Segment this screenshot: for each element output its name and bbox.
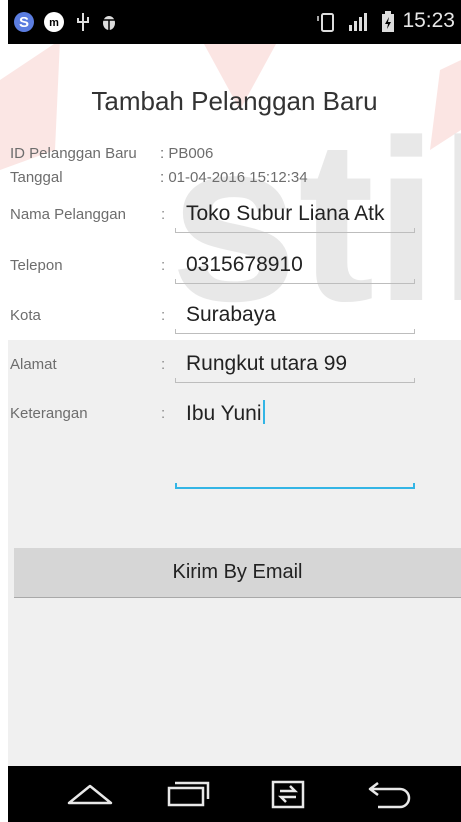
telepon-label: Telepon (10, 257, 63, 274)
kota-field[interactable]: Surabaya (175, 297, 415, 334)
usb-icon (74, 10, 92, 34)
kota-label: Kota (10, 307, 41, 324)
colon: : (161, 257, 166, 274)
id-label: ID Pelanggan Baru (10, 145, 137, 162)
svg-text:S: S (19, 14, 29, 31)
app-screen: stil S m 15:23 Tambah Pelanggan Baru ID … (0, 0, 461, 822)
field-underline (175, 329, 415, 334)
telepon-field[interactable]: 0315678910 (175, 247, 415, 284)
colon: : (161, 405, 166, 422)
alamat-value: Rungkut utara 99 (186, 352, 348, 375)
switch-icon[interactable] (258, 776, 318, 812)
kota-value: Surabaya (186, 303, 276, 326)
nama-pelanggan-label: Nama Pelanggan (10, 206, 126, 223)
date-value: : 01-04-2016 15:12:34 (160, 169, 308, 186)
field-underline (175, 228, 415, 233)
page-title: Tambah Pelanggan Baru (91, 86, 378, 116)
telepon-value: 0315678910 (186, 253, 303, 276)
navigation-bar (8, 766, 461, 822)
date-label: Tanggal (10, 169, 63, 186)
messenger-icon: m (42, 10, 66, 34)
nama-pelanggan-value: Toko Subur Liana Atk (186, 202, 385, 225)
phone-vibrate-icon (315, 10, 339, 34)
recent-apps-icon[interactable] (158, 776, 218, 812)
signal-icon (345, 10, 373, 34)
back-icon[interactable] (360, 776, 420, 812)
home-icon[interactable] (60, 776, 120, 812)
battery-charging-icon (380, 10, 396, 34)
status-bar: S m 15:23 (8, 0, 461, 44)
keterangan-field[interactable]: Ibu Yuni (175, 395, 415, 489)
nama-pelanggan-field[interactable]: Toko Subur Liana Atk (175, 196, 415, 233)
field-underline (175, 378, 415, 383)
clock-time: 15:23 (402, 9, 455, 32)
text-cursor (262, 400, 265, 424)
alamat-field[interactable]: Rungkut utara 99 (175, 346, 415, 383)
keterangan-value: Ibu Yuni (186, 402, 262, 425)
alamat-label: Alamat (10, 356, 57, 373)
field-underline-active (175, 483, 415, 489)
colon: : (161, 206, 166, 223)
colon: : (161, 307, 166, 324)
id-value: : PB006 (160, 145, 214, 162)
android-debug-icon (98, 10, 120, 34)
field-underline (175, 279, 415, 284)
svg-text:m: m (49, 17, 59, 29)
kirim-by-email-button[interactable]: Kirim By Email (14, 548, 461, 598)
colon: : (161, 356, 166, 373)
s-app-icon: S (12, 10, 36, 34)
keterangan-value-wrap: Ibu Yuni (186, 400, 265, 426)
keterangan-label: Keterangan (10, 405, 88, 422)
